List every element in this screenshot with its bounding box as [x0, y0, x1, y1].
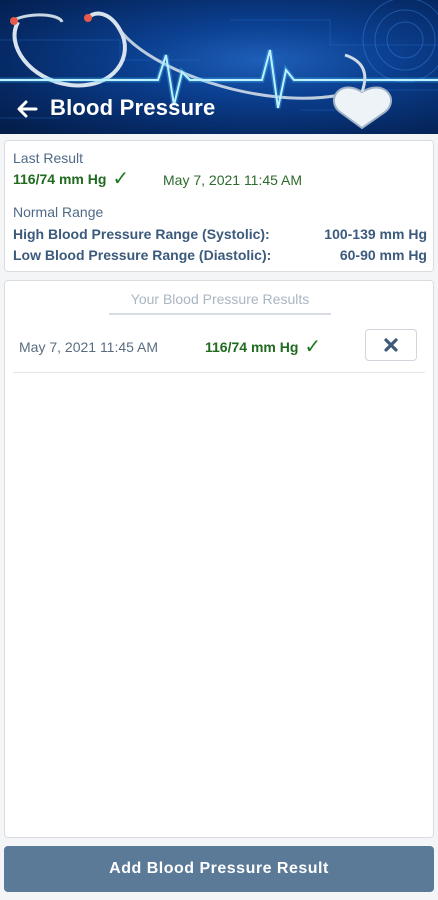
- range-label: Low Blood Pressure Range (Diastolic):: [13, 247, 272, 263]
- delete-result-button[interactable]: [365, 329, 417, 361]
- check-icon: ✓: [304, 336, 322, 358]
- arrow-left-icon: [17, 100, 38, 118]
- last-result-reading: 116/74 mm Hg: [13, 171, 107, 187]
- result-value: 116/74 mm Hg ✓: [205, 336, 322, 358]
- header-banner: Blood Pressure: [0, 0, 438, 134]
- range-row-diastolic: Low Blood Pressure Range (Diastolic): 60…: [13, 247, 427, 263]
- check-icon: ✓: [112, 168, 130, 190]
- results-card: Your Blood Pressure Results May 7, 2021 …: [4, 280, 434, 838]
- range-value: 60-90 mm Hg: [339, 247, 427, 263]
- summary-card: Last Result 116/74 mm Hg ✓ May 7, 2021 1…: [4, 140, 434, 272]
- last-result-date: May 7, 2021 11:45 AM: [163, 172, 303, 188]
- last-result-label: Last Result: [13, 150, 84, 166]
- page-title: Blood Pressure: [50, 95, 216, 120]
- results-heading: Your Blood Pressure Results: [109, 291, 331, 315]
- close-x-icon: [384, 338, 398, 352]
- result-date: May 7, 2021 11:45 AM: [19, 339, 159, 355]
- result-reading: 116/74 mm Hg: [205, 339, 299, 355]
- blood-pressure-screen: Blood Pressure Last Result 116/74 mm Hg …: [0, 0, 438, 900]
- normal-range-label: Normal Range: [13, 204, 104, 220]
- back-button[interactable]: [12, 96, 42, 122]
- last-result-value: 116/74 mm Hg ✓: [13, 168, 130, 190]
- range-label: High Blood Pressure Range (Systolic):: [13, 226, 270, 242]
- range-row-systolic: High Blood Pressure Range (Systolic): 10…: [13, 226, 427, 242]
- table-row: May 7, 2021 11:45 AM 116/74 mm Hg ✓: [13, 325, 425, 373]
- add-blood-pressure-button[interactable]: Add Blood Pressure Result: [4, 846, 434, 892]
- range-value: 100-139 mm Hg: [324, 226, 427, 242]
